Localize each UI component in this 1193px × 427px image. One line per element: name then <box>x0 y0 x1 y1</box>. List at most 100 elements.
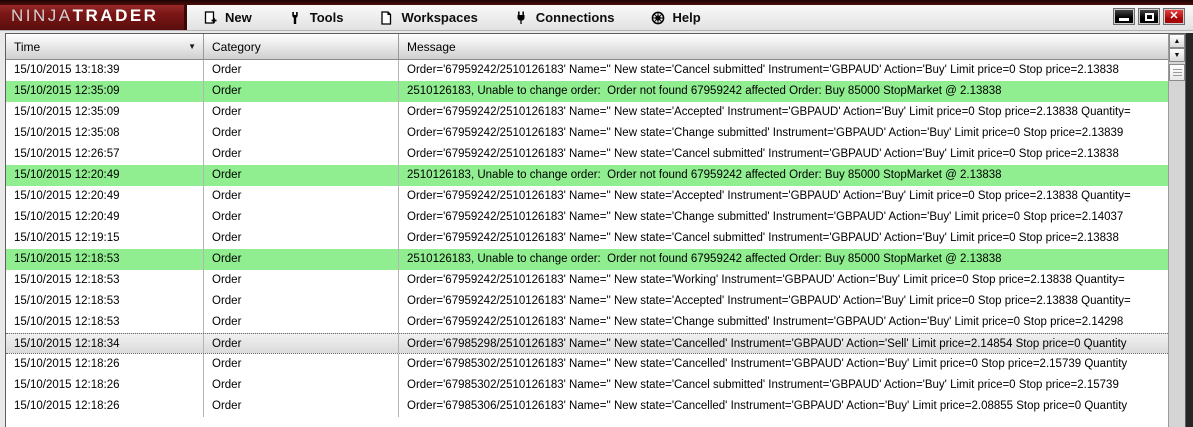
menu-item-help[interactable]: Help <box>651 10 701 25</box>
cell-message: Order='67959242/2510126183' Name='' New … <box>407 190 1131 202</box>
scroll-up-icon: ▲ <box>1173 37 1181 45</box>
cell-category: Order <box>204 375 399 396</box>
cell-category: Order <box>204 312 399 333</box>
wrench-icon <box>288 11 302 25</box>
cell-message: Order='67985302/2510126183' Name='' New … <box>407 358 1128 370</box>
cell-time: 15/10/2015 12:18:34 <box>6 334 204 353</box>
close-button[interactable]: ✕ <box>1163 8 1185 25</box>
cell-message: Order='67985306/2510126183' Name='' New … <box>407 400 1128 412</box>
cell-message: Order='67959242/2510126183' Name='' New … <box>407 211 1124 223</box>
maximize-button[interactable] <box>1138 8 1160 25</box>
menu-item-workspaces[interactable]: Workspaces <box>379 10 478 25</box>
column-header-label: Time <box>14 40 41 54</box>
cell-message: 2510126183, Unable to change order: Orde… <box>407 253 1002 265</box>
cell-message: Order='67959242/2510126183' Name='' New … <box>407 64 1119 76</box>
menu-item-label: Connections <box>535 10 615 25</box>
plug-icon <box>514 11 528 25</box>
cell-time: 15/10/2015 12:18:53 <box>6 312 204 333</box>
table-row[interactable]: 15/10/2015 12:18:53 Order 2510126183, Unab… <box>6 249 1168 270</box>
cell-time: 15/10/2015 12:18:26 <box>6 354 204 375</box>
logo-text-light: NINJA <box>11 5 73 25</box>
cell-message: Order='67959242/2510126183' Name='' New … <box>407 127 1124 139</box>
cell-category: Order <box>204 186 399 207</box>
cell-message: Order='67985302/2510126183' Name='' New … <box>407 379 1119 391</box>
window-controls: ✕ <box>1113 8 1185 25</box>
cell-time: 15/10/2015 12:35:08 <box>6 123 204 144</box>
table-row[interactable]: 15/10/2015 12:18:53 Order Order='67959242/… <box>6 291 1168 312</box>
vertical-scrollbar[interactable]: ▲ ▼ <box>1168 34 1185 427</box>
scroll-down-button[interactable]: ▼ <box>1169 48 1185 62</box>
menu-item-tools[interactable]: Tools <box>288 10 344 25</box>
cell-message: Order='67959242/2510126183' Name='' New … <box>407 148 1119 160</box>
menu-bar: New Tools Workspaces Connections Help <box>203 5 701 30</box>
cell-category: Order <box>204 60 399 81</box>
logo-text-bold: TRADER <box>72 5 159 25</box>
table-row[interactable]: 15/10/2015 12:18:26 Order Order='67985302/… <box>6 375 1168 396</box>
table-row[interactable]: 15/10/2015 12:18:34 Order Order='67985298/… <box>6 333 1168 354</box>
menu-item-new[interactable]: New <box>203 10 252 25</box>
cell-category: Order <box>204 123 399 144</box>
scrollbar-thumb[interactable] <box>1169 64 1185 81</box>
table-row[interactable]: 15/10/2015 12:18:53 Order Order='67959242/… <box>6 270 1168 291</box>
window-right-border <box>1186 33 1193 427</box>
menu-item-label: Tools <box>309 10 344 25</box>
cell-time: 15/10/2015 12:18:26 <box>6 396 204 417</box>
cell-message: Order='67985298/2510126183' Name='' New … <box>407 338 1127 350</box>
scrollbar-grip-icon <box>1172 69 1182 76</box>
cell-time: 15/10/2015 12:35:09 <box>6 102 204 123</box>
log-table-body: 15/10/2015 13:18:39 Order Order='67959242/… <box>6 60 1168 427</box>
cell-category: Order <box>204 249 399 270</box>
table-row[interactable]: 15/10/2015 12:35:09 Order 2510126183, Unab… <box>6 81 1168 102</box>
column-header-label: Category <box>212 40 261 54</box>
cell-time: 15/10/2015 12:18:53 <box>6 249 204 270</box>
scroll-down-icon: ▼ <box>1173 51 1181 59</box>
minimize-button[interactable] <box>1113 8 1135 25</box>
cell-time: 15/10/2015 12:18:26 <box>6 375 204 396</box>
column-header-message[interactable]: Message <box>399 34 1185 59</box>
menu-item-connections[interactable]: Connections <box>514 10 615 25</box>
table-row[interactable]: 15/10/2015 12:18:53 Order Order='67959242/… <box>6 312 1168 333</box>
cell-message: Order='67959242/2510126183' Name='' New … <box>407 106 1131 118</box>
table-row[interactable]: 15/10/2015 12:35:09 Order Order='67959242/… <box>6 102 1168 123</box>
table-row[interactable]: 15/10/2015 12:20:49 Order 2510126183, Unab… <box>6 165 1168 186</box>
menu-item-label: Help <box>672 10 701 25</box>
sort-dropdown-icon[interactable]: ▼ <box>188 42 196 51</box>
log-table: Time ▼ Category Message 15/10/2015 13:18… <box>5 33 1186 427</box>
cell-category: Order <box>204 334 399 353</box>
table-row[interactable]: 15/10/2015 12:35:08 Order Order='67959242/… <box>6 123 1168 144</box>
cell-category: Order <box>204 228 399 249</box>
cell-category: Order <box>204 291 399 312</box>
cell-message: 2510126183, Unable to change order: Orde… <box>407 169 1002 181</box>
cell-category: Order <box>204 270 399 291</box>
cell-time: 15/10/2015 12:18:53 <box>6 291 204 312</box>
cell-message: Order='67959242/2510126183' Name='' New … <box>407 295 1131 307</box>
scroll-up-button[interactable]: ▲ <box>1169 34 1185 48</box>
cell-message: 2510126183, Unable to change order: Orde… <box>407 85 1002 97</box>
cell-category: Order <box>204 81 399 102</box>
menu-item-label: New <box>225 10 252 25</box>
cell-category: Order <box>204 144 399 165</box>
table-row[interactable]: 15/10/2015 12:19:15 Order Order='67959242/… <box>6 228 1168 249</box>
window-top-border <box>0 0 1193 5</box>
cell-message: Order='67959242/2510126183' Name='' New … <box>407 316 1124 328</box>
table-row[interactable]: 15/10/2015 13:18:39 Order Order='67959242/… <box>6 60 1168 81</box>
cell-category: Order <box>204 207 399 228</box>
cell-category: Order <box>204 396 399 417</box>
table-row[interactable]: 15/10/2015 12:20:49 Order Order='67959242/… <box>6 186 1168 207</box>
table-row[interactable]: 15/10/2015 12:18:26 Order Order='67985306/… <box>6 396 1168 417</box>
close-icon: ✕ <box>1169 10 1179 22</box>
cell-time: 15/10/2015 12:20:49 <box>6 165 204 186</box>
cell-category: Order <box>204 102 399 123</box>
cell-time: 15/10/2015 13:18:39 <box>6 60 204 81</box>
table-row[interactable]: 15/10/2015 12:26:57 Order Order='67959242/… <box>6 144 1168 165</box>
menu-item-label: Workspaces <box>401 10 478 25</box>
cell-message: Order='67959242/2510126183' Name='' New … <box>407 274 1125 286</box>
column-header-category[interactable]: Category <box>204 34 399 59</box>
table-row[interactable]: 15/10/2015 12:20:49 Order Order='67959242/… <box>6 207 1168 228</box>
workspace-document-icon <box>379 10 393 25</box>
table-row[interactable]: 15/10/2015 12:18:26 Order Order='67985302/… <box>6 354 1168 375</box>
table-header-row: Time ▼ Category Message <box>6 34 1185 60</box>
globe-icon <box>651 11 665 25</box>
column-header-time[interactable]: Time ▼ <box>6 34 204 59</box>
new-document-icon <box>203 10 217 25</box>
